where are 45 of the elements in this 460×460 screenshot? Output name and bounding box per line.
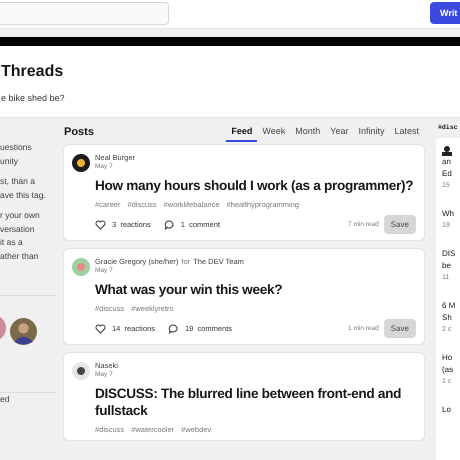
sidebar-text: it as a	[0, 236, 23, 249]
search-field[interactable]	[0, 2, 169, 24]
save-button[interactable]: Save	[384, 215, 416, 234]
feed-tab[interactable]: Month	[290, 122, 326, 142]
write-button[interactable]: Writ	[430, 2, 460, 24]
post-title[interactable]: DISCUSS: The blurred line between front-end and fullstack	[95, 385, 416, 419]
avatar	[72, 154, 90, 172]
discussion-title[interactable]: Ho	[442, 352, 452, 364]
avatar	[10, 318, 37, 344]
feed-tab[interactable]: Week	[257, 122, 290, 142]
discussion-title[interactable]: (as	[442, 364, 454, 376]
save-button[interactable]: Save	[384, 319, 416, 338]
sidebar-text: ather than	[0, 250, 38, 262]
sidebar-text: st, than a	[0, 175, 35, 188]
page-title: Threads	[1, 62, 64, 81]
comment-icon	[164, 220, 175, 230]
discussion-title[interactable]: DIS	[442, 248, 456, 260]
discussion-title[interactable]: Sh	[442, 312, 452, 324]
sidebar-text: versation	[0, 222, 34, 236]
feed-tab[interactable]: Latest	[389, 122, 424, 142]
avatar	[72, 362, 90, 380]
sidebar-text: r your own	[0, 209, 40, 222]
sidebar-text: ave this tag.	[0, 188, 46, 202]
page-subtitle: e bike shed be?	[1, 93, 66, 103]
heart-icon	[95, 220, 106, 230]
sidebar-text: unity	[0, 154, 18, 168]
discussion-title[interactable]: be	[442, 260, 451, 272]
sidebar-text: uestions	[0, 141, 32, 154]
discussion-title[interactable]: Ed	[442, 168, 452, 180]
post-title[interactable]: How many hours should I work (as a programmer)?	[95, 177, 416, 194]
section-heading: Posts	[64, 126, 94, 138]
avatar	[72, 258, 90, 276]
comment-icon	[168, 324, 179, 334]
person-icon	[442, 146, 452, 156]
sidebar-text: ed	[0, 393, 10, 406]
feed-tab[interactable]: Infinity	[353, 122, 390, 142]
discussion-title[interactable]: an	[442, 156, 451, 168]
heart-icon	[95, 324, 106, 334]
feed-tab[interactable]: Feed	[226, 122, 258, 142]
post-title[interactable]: What was your win this week?	[95, 281, 416, 298]
avatar	[0, 315, 6, 341]
discussion-title[interactable]: Wh	[442, 208, 454, 220]
feed-tab[interactable]: Year	[325, 122, 354, 142]
discussion-title[interactable]: Lo	[442, 404, 451, 416]
discussion-title[interactable]: 6 M	[442, 300, 456, 312]
